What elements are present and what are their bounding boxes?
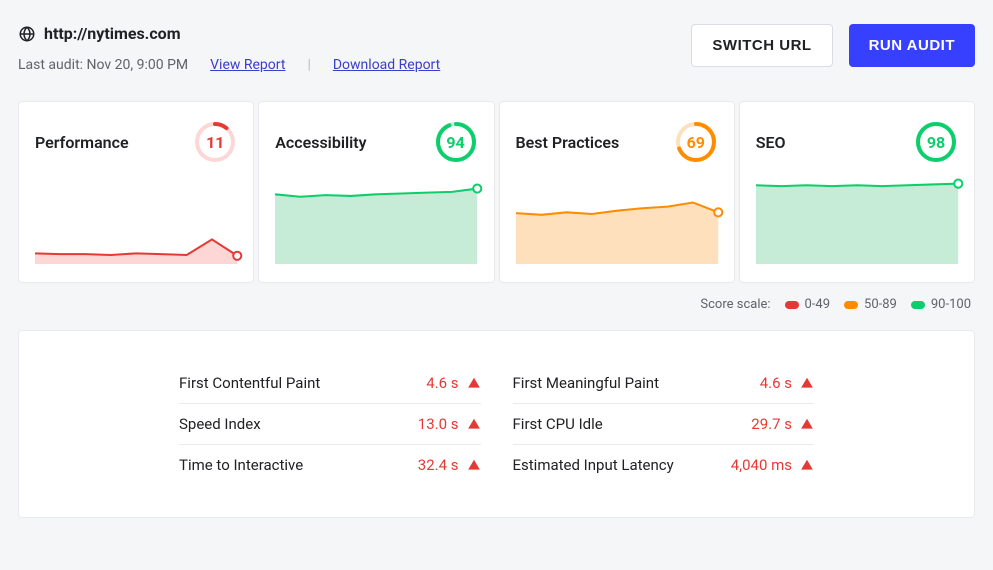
score-value: 69 [674,120,718,164]
card-title: Best Practices [516,133,620,152]
metric-label: Estimated Input Latency [513,456,674,474]
metric-row: First Meaningful Paint 4.6 s [513,363,815,404]
run-audit-button[interactable]: Run Audit [849,24,975,67]
metric-value: 29.7 s [751,415,814,433]
switch-url-button[interactable]: Switch URL [691,24,832,67]
score-gauge: 69 [674,120,718,164]
metric-row: Time to Interactive 32.4 s [179,445,481,485]
score-card-accessibility[interactable]: Accessibility 94 [258,101,494,283]
alert-triangle-icon [467,417,481,431]
globe-icon [18,25,36,43]
alert-triangle-icon [800,417,814,431]
scale-range: 0-49 [785,297,831,312]
card-title: Performance [35,133,129,152]
metric-label: Time to Interactive [179,456,303,474]
download-report-link[interactable]: Download Report [333,57,440,73]
metric-row: First Contentful Paint 4.6 s [179,363,481,404]
alert-triangle-icon [800,458,814,472]
card-title: Accessibility [275,133,366,152]
metric-label: First Contentful Paint [179,374,320,392]
score-gauge: 11 [193,120,237,164]
metric-label: First CPU Idle [513,415,603,433]
score-trend-chart [740,182,974,282]
score-gauge: 94 [434,120,478,164]
alert-triangle-icon [467,458,481,472]
score-card-performance[interactable]: Performance 11 [18,101,254,283]
audit-url: http://nytimes.com [44,24,181,43]
metric-value: 4,040 ms [731,456,814,474]
score-value: 11 [193,120,237,164]
separator: | [307,57,310,73]
score-gauge: 98 [914,120,958,164]
score-value: 94 [434,120,478,164]
metric-label: Speed Index [179,415,261,433]
view-report-link[interactable]: View Report [210,57,285,73]
metric-value: 4.6 s [760,374,814,392]
alert-triangle-icon [467,376,481,390]
metric-value: 4.6 s [426,374,480,392]
metric-label: First Meaningful Paint [513,374,659,392]
score-card-seo[interactable]: SEO 98 [739,101,975,283]
score-card-best-practices[interactable]: Best Practices 69 [499,101,735,283]
scale-range: 90-100 [911,297,971,312]
metric-row: Estimated Input Latency 4,040 ms [513,445,815,485]
metric-value: 13.0 s [418,415,481,433]
metric-row: First CPU Idle 29.7 s [513,404,815,445]
last-audit-label: Last audit: Nov 20, 9:00 PM [18,57,188,73]
alert-triangle-icon [800,376,814,390]
metric-row: Speed Index 13.0 s [179,404,481,445]
score-trend-chart [500,182,734,282]
scale-range: 50-89 [844,297,897,312]
score-scale-label: Score scale: [700,297,770,312]
score-scale: Score scale: 0-49 50-89 90-100 [18,297,971,312]
metric-value: 32.4 s [418,456,481,474]
score-trend-chart [19,182,253,282]
score-value: 98 [914,120,958,164]
score-trend-chart [259,182,493,282]
card-title: SEO [756,133,786,152]
